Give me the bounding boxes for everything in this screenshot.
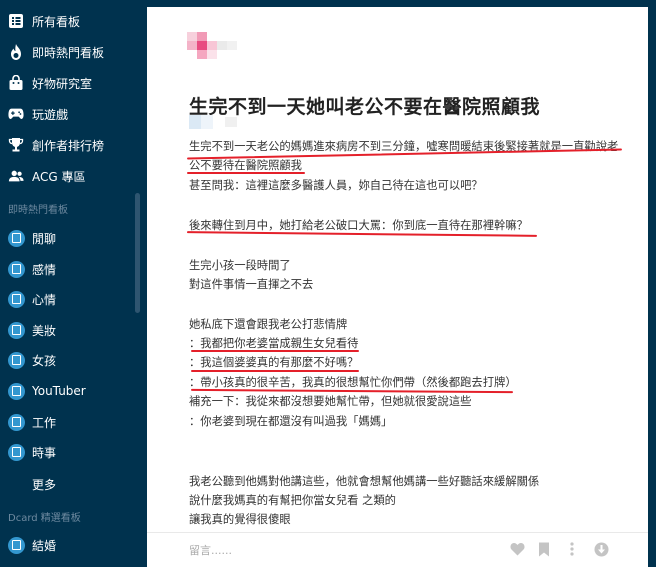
sidebar-item-label: 感情 — [32, 262, 57, 277]
bookmark-icon[interactable] — [536, 541, 552, 557]
sidebar-item-games[interactable]: 玩遊戲 — [0, 100, 142, 128]
sidebar-item-label: YouTuber — [32, 384, 86, 398]
sidebar-board-relationship[interactable]: 感情 — [0, 255, 142, 283]
post-line: ：我這個婆婆真的有那麼不好嗎？ — [189, 356, 359, 369]
board-icon — [8, 443, 25, 461]
sidebar-board-youtuber[interactable]: YouTuber — [0, 377, 142, 405]
post-line: 甚至問我：這裡這麼多醫護人員，妳自己待在這也可以吧？ — [189, 179, 483, 192]
board-icon — [8, 290, 25, 308]
red-underline-annotation — [187, 172, 305, 174]
sidebar-item-label: 玩遊戲 — [32, 107, 69, 122]
sidebar-item-label: ACG 專區 — [32, 169, 86, 184]
board-icon — [8, 536, 25, 554]
post-line: 她私底下還會跟我老公打悲情牌 — [189, 318, 348, 331]
sidebar-board-news[interactable]: 時事 — [0, 438, 142, 466]
sidebar: 所有看板 即時熱門看板 好物研究室 玩遊戲 創作者排行榜 ACG 專區 即時熱門… — [0, 0, 142, 564]
hot-boards-section-title: 即時熱門看板 — [8, 205, 68, 216]
red-underline-annotation — [191, 370, 359, 372]
trophy-icon — [8, 137, 24, 153]
post-card: 生完不到一天她叫老公不要在醫院照顧我 生完不到一天老公的媽媽進來病房不到三分鐘，… — [147, 7, 648, 567]
sidebar-item-label: 美妝 — [32, 323, 57, 338]
red-underline-annotation — [191, 350, 359, 352]
sidebar-board-girl[interactable]: 女孩 — [0, 346, 142, 374]
post-line: 我老公聽到他媽對他講這些，他就會想幫他媽講一些好聽話來緩解關係 — [189, 475, 540, 488]
more-icon[interactable] — [564, 541, 580, 557]
post-line: ：我都把你老婆當成親生女兒看待 — [189, 337, 359, 350]
post-line: 讓我真的覺得很傻眼 — [189, 513, 291, 526]
sidebar-item-all-boards[interactable]: 所有看板 — [0, 7, 142, 35]
sidebar-item-label: 心情 — [32, 292, 57, 307]
sidebar-item-label: 工作 — [32, 415, 57, 430]
sidebar-item-label: 結婚 — [32, 538, 57, 553]
sidebar-item-creator-ranking[interactable]: 創作者排行榜 — [0, 131, 142, 159]
download-icon[interactable] — [593, 541, 609, 557]
post-line: 生完小孩一段時間了 — [189, 259, 291, 272]
gamepad-icon — [8, 106, 24, 122]
board-icon — [8, 351, 25, 369]
sidebar-item-label: 好物研究室 — [32, 76, 93, 91]
board-icon — [8, 413, 25, 431]
post-line: 補充一下：我從來都沒想要她幫忙帶，但她就很愛說這些 — [189, 395, 472, 408]
fire-icon — [8, 44, 24, 60]
heart-icon[interactable] — [509, 541, 525, 557]
board-icon — [8, 229, 25, 247]
sidebar-item-acg[interactable]: ACG 專區 — [0, 162, 142, 190]
post-line: 公不要待在醫院照顧我 — [189, 159, 302, 172]
post-line: 說什麼我媽真的有幫把你當女兒看 之類的 — [189, 494, 396, 507]
sidebar-item-label: 時事 — [32, 445, 57, 460]
sidebar-item-label: 即時熱門看板 — [32, 45, 105, 60]
sidebar-item-label: 所有看板 — [32, 14, 81, 29]
sidebar-board-work[interactable]: 工作 — [0, 408, 142, 436]
sidebar-item-label: 創作者排行榜 — [32, 138, 105, 153]
sidebar-scrollbar[interactable] — [135, 193, 140, 313]
post-line: 對這件事情一直揮之不去 — [189, 278, 314, 291]
sidebar-item-label: 閒聊 — [32, 231, 57, 246]
sidebar-item-hot-boards[interactable]: 即時熱門看板 — [0, 38, 142, 66]
sidebar-board-mood[interactable]: 心情 — [0, 285, 142, 313]
author-avatar-blurred — [187, 32, 237, 70]
post-line: ：你老婆到現在都還沒有叫過我「媽媽」 — [189, 415, 393, 428]
people-icon — [8, 168, 24, 184]
post-footer: 留言...... — [147, 532, 648, 565]
sidebar-more-link[interactable]: 更多 — [32, 476, 56, 493]
sidebar-item-label: 女孩 — [32, 353, 57, 368]
featured-boards-section-title: Dcard 精選看板 — [8, 513, 81, 524]
board-icon — [8, 260, 25, 278]
sidebar-board-makeup[interactable]: 美妝 — [0, 316, 142, 344]
board-icon — [8, 321, 25, 339]
board-list-icon — [8, 13, 24, 29]
comment-input[interactable]: 留言...... — [189, 542, 232, 558]
sidebar-item-goods-lab[interactable]: 好物研究室 — [0, 69, 142, 97]
post-line: ：帶小孩真的很辛苦，我真的很想幫忙你們帶（然後都跑去打牌） — [189, 376, 517, 389]
board-icon — [8, 382, 25, 400]
shopping-bag-icon — [8, 75, 24, 91]
sidebar-board-wedding[interactable]: 結婚 — [0, 531, 142, 559]
sidebar-board-chitchat[interactable]: 閒聊 — [0, 224, 142, 252]
post-meta-blurred — [189, 115, 259, 129]
